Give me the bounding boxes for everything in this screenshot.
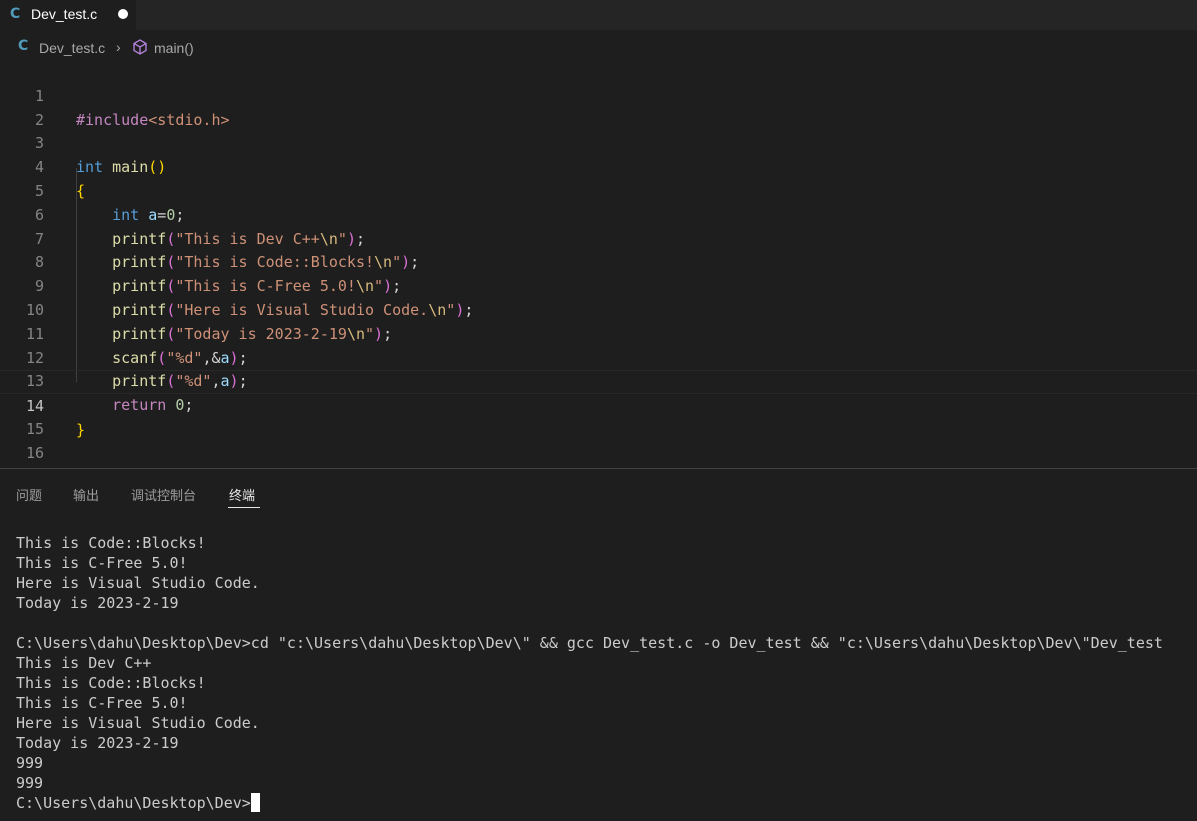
code-line: 8 printf("This is C-Free 5.0!\n"); <box>0 228 1197 295</box>
terminal-line: This is C-Free 5.0! <box>16 694 188 712</box>
code-line: 12 printf("%d",a); <box>0 323 1197 391</box>
code-line: 13 return 0; <box>0 347 1197 414</box>
code-line: 2 <box>0 85 1197 129</box>
active-tab-indicator <box>228 507 260 508</box>
c-file-icon: C <box>10 6 21 22</box>
terminal-line: This is Code::Blocks! <box>16 674 206 692</box>
code-line: 9 printf("Here is Visual Studio Code.\n"… <box>0 251 1197 319</box>
terminal-prompt-line: C:\Users\dahu\Desktop\Dev> <box>16 793 1163 813</box>
code-line: 6 printf("This is Dev C++\n"); <box>0 180 1197 248</box>
breadcrumb-symbol[interactable]: main() <box>154 40 194 56</box>
terminal-prompt: C:\Users\dahu\Desktop\Dev> <box>16 794 251 812</box>
breadcrumb-file[interactable]: Dev_test.c <box>39 40 105 56</box>
code-line-current: 14 } <box>0 370 1197 439</box>
terminal-line: Today is 2023-2-19 <box>16 594 179 612</box>
code-editor[interactable]: 1 #include<stdio.h> 2 3 int main() 4 { 5… <box>0 61 1197 466</box>
code-line: 4 { <box>0 132 1197 200</box>
terminal-line: C:\Users\dahu\Desktop\Dev>cd "c:\Users\d… <box>16 634 1163 652</box>
tab-terminal[interactable]: 终端 <box>229 485 255 504</box>
bottom-panel: 问题 输出 调试控制台 终端 This is Code::Blocks! Thi… <box>0 468 1197 821</box>
breadcrumb: C Dev_test.c › main() <box>0 37 1197 59</box>
code-line: 11 scanf("%d",&a); <box>0 299 1197 367</box>
terminal-output[interactable]: This is Code::Blocks! This is C-Free 5.0… <box>16 533 1163 813</box>
terminal-line: Today is 2023-2-19 <box>16 734 179 752</box>
code-line: 5 int a=0; <box>0 156 1197 224</box>
code-line: 10 printf("Today is 2023-2-19\n"); <box>0 275 1197 343</box>
terminal-line: 999 <box>16 774 44 792</box>
cube-icon <box>131 38 149 59</box>
code-line: 1 #include<stdio.h> <box>0 61 1197 129</box>
terminal-line: Here is Visual Studio Code. <box>16 574 260 592</box>
code-line: 16 <box>0 418 1197 462</box>
terminal-line: Here is Visual Studio Code. <box>16 714 260 732</box>
code-line: 7 printf("This is Code::Blocks!\n"); <box>0 204 1197 272</box>
terminal-line: This is C-Free 5.0! <box>16 554 188 572</box>
tab-dev-test-c[interactable]: C Dev_test.c <box>0 0 136 30</box>
c-file-icon: C <box>18 38 29 54</box>
terminal-cursor <box>250 793 260 812</box>
terminal-line: 999 <box>16 754 44 772</box>
terminal-line: This is Code::Blocks! <box>16 534 206 552</box>
line-number: 16 <box>25 443 44 462</box>
code-line: 15 <box>0 394 1197 438</box>
terminal-line: This is Dev C++ <box>16 654 152 672</box>
chevron-right-icon: › <box>116 39 121 55</box>
tab-output[interactable]: 输出 <box>73 485 99 504</box>
code-line: 3 int main() <box>0 109 1197 176</box>
tab-label: Dev_test.c <box>31 6 98 22</box>
tab-problems[interactable]: 问题 <box>16 485 42 504</box>
editor-tab-bar: C Dev_test.c <box>0 0 1197 30</box>
unsaved-dot-icon[interactable] <box>118 9 128 19</box>
tab-debug-console[interactable]: 调试控制台 <box>131 485 196 504</box>
